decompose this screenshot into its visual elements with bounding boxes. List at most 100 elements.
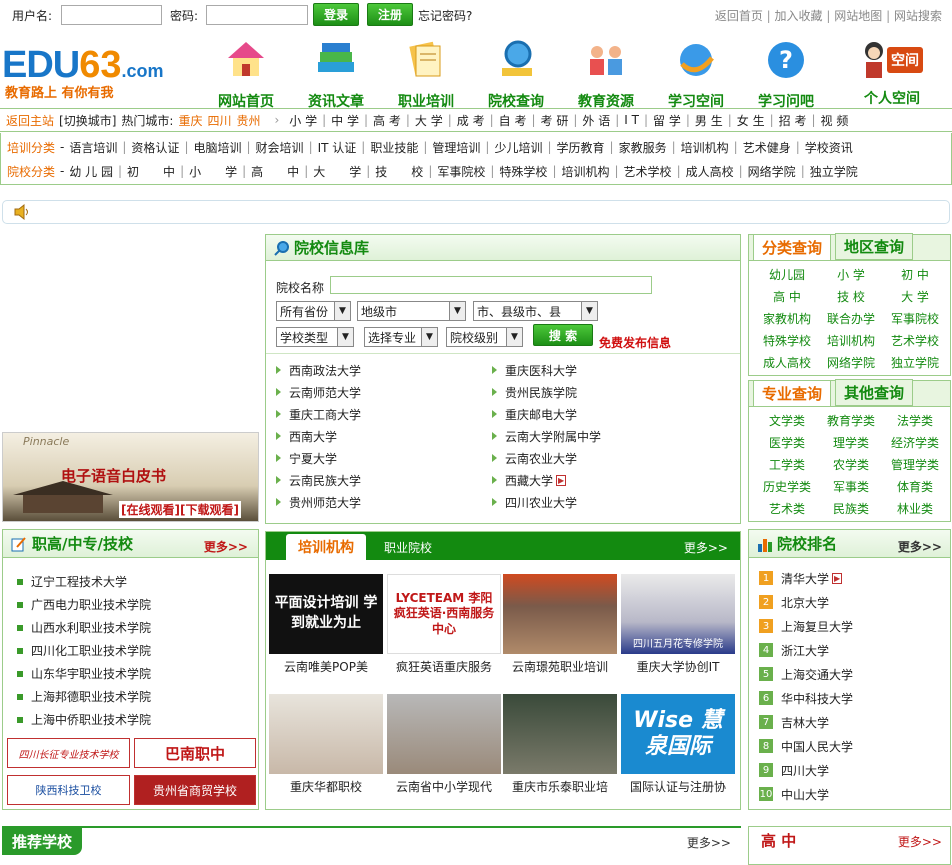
classification-link[interactable]: 网络学院 (819, 351, 883, 373)
city-select[interactable]: 地级市 ▼ (357, 301, 466, 321)
list-item[interactable]: 广西电力职业技术学院 (17, 593, 258, 616)
training-category-link[interactable]: 学校资讯 (805, 139, 853, 156)
list-item[interactable]: 重庆邮电大学 (492, 403, 601, 425)
ranking-item[interactable]: 5 上海交通大学 (759, 662, 950, 686)
switch-city-link[interactable]: [切换城市] (59, 112, 116, 129)
classification-link[interactable]: 成人高校 (755, 351, 819, 373)
sitemap-link[interactable]: 网站地图 (834, 9, 882, 23)
major-select[interactable]: 选择专业 ▼ (364, 327, 438, 347)
school-logo[interactable]: 四川长征专业技术学校 (7, 738, 130, 768)
city-link[interactable]: 中 学 (331, 112, 359, 129)
training-card[interactable]: 平面设计培训 学到就业为止 云南唯美POP美 (268, 574, 384, 675)
training-category-link[interactable]: 家教服务 (619, 139, 667, 156)
ranking-item[interactable]: 9 四川大学 (759, 758, 950, 782)
classification-link[interactable]: 家教机构 (755, 307, 819, 329)
training-card[interactable]: 重庆市乐泰职业培 (502, 694, 618, 795)
tab-region-search[interactable]: 地区查询 (835, 233, 914, 260)
city-guizhou[interactable]: 贵州 (236, 112, 260, 129)
major-link[interactable]: 军事类 (819, 475, 883, 497)
banner-download-link[interactable]: [下载观看] (180, 503, 239, 517)
ranking-more-link[interactable]: 更多>> (898, 538, 942, 555)
school-name-input[interactable] (330, 276, 652, 294)
major-link[interactable]: 历史学类 (755, 475, 819, 497)
major-link[interactable]: 经济学类 (883, 431, 947, 453)
ranking-item[interactable]: 3 上海复旦大学 (759, 614, 950, 638)
training-category-link[interactable]: 学历教育 (557, 139, 605, 156)
city-link[interactable]: 成 考 (457, 112, 485, 129)
classification-link[interactable]: 培训机构 (819, 329, 883, 351)
city-sichuan[interactable]: 四川 (207, 112, 231, 129)
school-category-link[interactable]: 艺术学校 (624, 163, 672, 180)
tab-training-institutions[interactable]: 培训机构 (286, 534, 366, 560)
classification-link[interactable]: 大 学 (883, 285, 947, 307)
list-item[interactable]: 山东华宇职业技术学院 (17, 662, 258, 685)
publish-info-link[interactable]: 免费发布信息 (599, 334, 671, 351)
tab-vocational-schools[interactable]: 职业院校 (366, 535, 450, 560)
training-category-link[interactable]: 培训机构 (681, 139, 729, 156)
school-category-link[interactable]: 军事院校 (437, 163, 485, 180)
register-button[interactable]: 注册 (367, 3, 413, 26)
back-main-link[interactable]: 返回主站 (6, 112, 54, 129)
school-logo[interactable]: 陕西科技卫校 (7, 775, 130, 805)
training-category-link[interactable]: 管理培训 (432, 139, 480, 156)
login-button[interactable]: 登录 (313, 3, 359, 26)
school-category-link[interactable]: 特殊学校 (499, 163, 547, 180)
list-item[interactable]: 辽宁工程技术大学 (17, 570, 258, 593)
city-link[interactable]: 大 学 (415, 112, 443, 129)
list-item[interactable]: 云南农业大学 (492, 447, 601, 469)
major-link[interactable]: 体育类 (883, 475, 947, 497)
training-card[interactable]: LYCETEAM 李阳疯狂英语·西南服务中心 疯狂英语重庆服务 (386, 574, 502, 675)
list-item[interactable]: 上海中侨职业技术学院 (17, 708, 258, 731)
classification-link[interactable]: 艺术学校 (883, 329, 947, 351)
training-category-link[interactable]: IT 认证 (318, 139, 357, 156)
search-button[interactable]: 搜 索 (533, 324, 593, 346)
classification-link[interactable]: 军事院校 (883, 307, 947, 329)
school-category-link[interactable]: 技 校 (375, 163, 423, 180)
list-item[interactable]: 云南师范大学 (276, 381, 361, 403)
school-category-link[interactable]: 独立学院 (810, 163, 858, 180)
nav-home[interactable]: 网站首页 (206, 38, 286, 110)
ranking-item[interactable]: 6 华中科技大学 (759, 686, 950, 710)
recommended-more-link[interactable]: 更多>> (687, 834, 731, 851)
city-link[interactable]: 高 考 (373, 112, 401, 129)
major-link[interactable]: 林业类 (883, 497, 947, 519)
training-card[interactable]: Wise 慧泉国际 国际认证与注册协 (620, 694, 736, 795)
classification-link[interactable]: 独立学院 (883, 351, 947, 373)
nav-school-search[interactable]: 院校查询 (476, 38, 556, 110)
nav-training[interactable]: 职业培训 (386, 38, 466, 110)
city-chongqing[interactable]: 重庆 (178, 112, 202, 129)
school-type-select[interactable]: 学校类型 ▼ (276, 327, 354, 347)
school-logo[interactable]: 贵州省商贸学校 (134, 775, 256, 805)
classification-link[interactable]: 初 中 (883, 263, 947, 285)
high-school-more-link[interactable]: 更多>> (898, 833, 942, 850)
bookmark-link[interactable]: 加入收藏 (775, 9, 823, 23)
training-card[interactable]: 重庆华都职校 (268, 694, 384, 795)
nav-study-qa[interactable]: ? 学习问吧 (746, 38, 826, 110)
password-input[interactable] (206, 5, 308, 25)
school-level-select[interactable]: 院校级别 ▼ (446, 327, 523, 347)
nav-study-space[interactable]: 学习空间 (656, 38, 736, 110)
classification-link[interactable]: 技 校 (819, 285, 883, 307)
list-item[interactable]: 贵州师范大学 (276, 491, 361, 513)
city-link[interactable]: I T (624, 113, 639, 127)
school-category-link[interactable]: 高 中 (251, 163, 299, 180)
list-item[interactable]: 上海邦德职业技术学院 (17, 685, 258, 708)
banner-online-link[interactable]: [在线观看] (121, 503, 180, 517)
training-category-link[interactable]: 少儿培训 (494, 139, 542, 156)
county-select[interactable]: 市、县级市、县 ▼ (473, 301, 598, 321)
major-link[interactable]: 民族类 (819, 497, 883, 519)
vocational-more-link[interactable]: 更多>> (204, 538, 248, 555)
training-card[interactable]: 云南璟苑职业培训 (502, 574, 618, 675)
tab-other-search[interactable]: 其他查询 (835, 379, 914, 406)
nav-resources[interactable]: 教育资源 (566, 38, 646, 110)
school-category-link[interactable]: 网络学院 (748, 163, 796, 180)
school-category-link[interactable]: 成人高校 (686, 163, 734, 180)
list-item[interactable]: 重庆医科大学 (492, 359, 601, 381)
training-category-link[interactable]: 财会培训 (256, 139, 304, 156)
province-select[interactable]: 所有省份 ▼ (276, 301, 351, 321)
city-link[interactable]: 外 语 (582, 112, 610, 129)
city-link[interactable]: 女 生 (737, 112, 765, 129)
ranking-item[interactable]: 1 清华大学 ▶ (759, 566, 950, 590)
city-link[interactable]: 留 学 (653, 112, 681, 129)
list-item[interactable]: 西南政法大学 (276, 359, 361, 381)
